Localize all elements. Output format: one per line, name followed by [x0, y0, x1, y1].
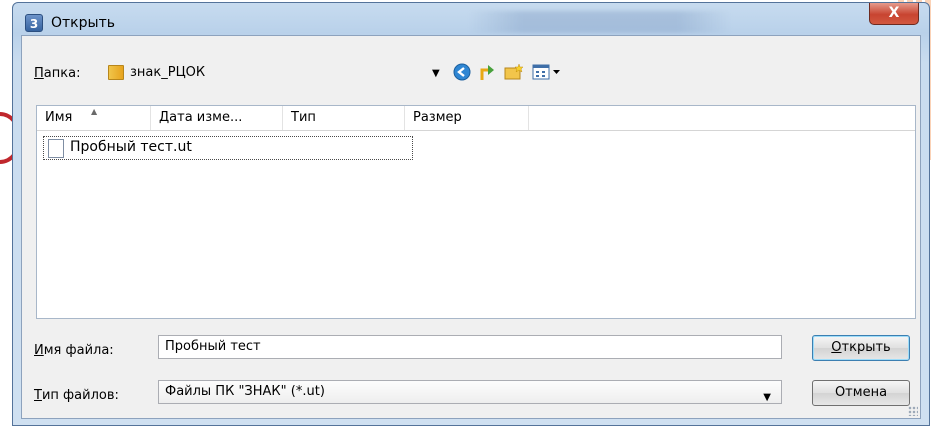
view-menu-icon[interactable] — [532, 61, 564, 83]
close-button[interactable]: X — [869, 3, 919, 25]
column-header-date[interactable]: Дата изме... — [151, 106, 283, 130]
cancel-button[interactable]: Отмена — [812, 380, 910, 406]
file-list[interactable]: ▲ Имя Дата изме... Тип Размер Пробный те… — [36, 105, 916, 319]
filename-input[interactable]: Пробный тест — [158, 335, 782, 359]
title-bar[interactable]: 3 Открыть X — [13, 3, 929, 37]
filetype-select[interactable]: Файлы ПК "ЗНАК" (*.ut) ▼ — [158, 380, 782, 404]
folder-value: знак_РЦОК — [130, 65, 206, 80]
filename-label: Имя файла: — [34, 343, 114, 358]
file-list-header: ▲ Имя Дата изме... Тип Размер — [37, 106, 915, 131]
background-window-blur — [469, 11, 731, 33]
open-button[interactable]: Открыть — [812, 335, 910, 361]
chevron-down-icon[interactable]: ▼ — [763, 387, 771, 409]
file-name: Пробный тест.ut — [70, 139, 192, 155]
sort-up-icon: ▲ — [91, 107, 98, 116]
resize-grip-icon[interactable] — [908, 406, 918, 416]
folder-combobox[interactable]: знак_РЦОК ▼ — [102, 62, 442, 84]
column-header-size[interactable]: Размер — [405, 106, 529, 130]
new-folder-icon[interactable] — [504, 61, 524, 83]
up-folder-icon[interactable] — [477, 61, 497, 83]
document-icon — [48, 139, 64, 158]
open-file-dialog: 3 Открыть X Папка: знак_РЦОК ▼ ▲ Имя Дат… — [12, 2, 930, 426]
filetype-label: Тип файлов: — [34, 388, 119, 403]
chevron-down-icon[interactable]: ▼ — [432, 68, 440, 79]
column-header-name[interactable]: ▲ Имя — [37, 106, 151, 130]
filetype-value: Файлы ПК "ЗНАК" (*.ut) — [165, 384, 325, 399]
app-icon: 3 — [25, 14, 43, 32]
folder-icon — [108, 65, 124, 80]
dialog-title: Открыть — [51, 15, 115, 31]
folder-label: Папка: — [34, 66, 81, 81]
dialog-content: Папка: знак_РЦОК ▼ ▲ Имя Дата изме... Ти… — [21, 35, 921, 419]
list-item[interactable]: Пробный тест.ut — [43, 136, 413, 160]
column-header-type[interactable]: Тип — [283, 106, 405, 130]
back-icon[interactable] — [452, 61, 472, 83]
